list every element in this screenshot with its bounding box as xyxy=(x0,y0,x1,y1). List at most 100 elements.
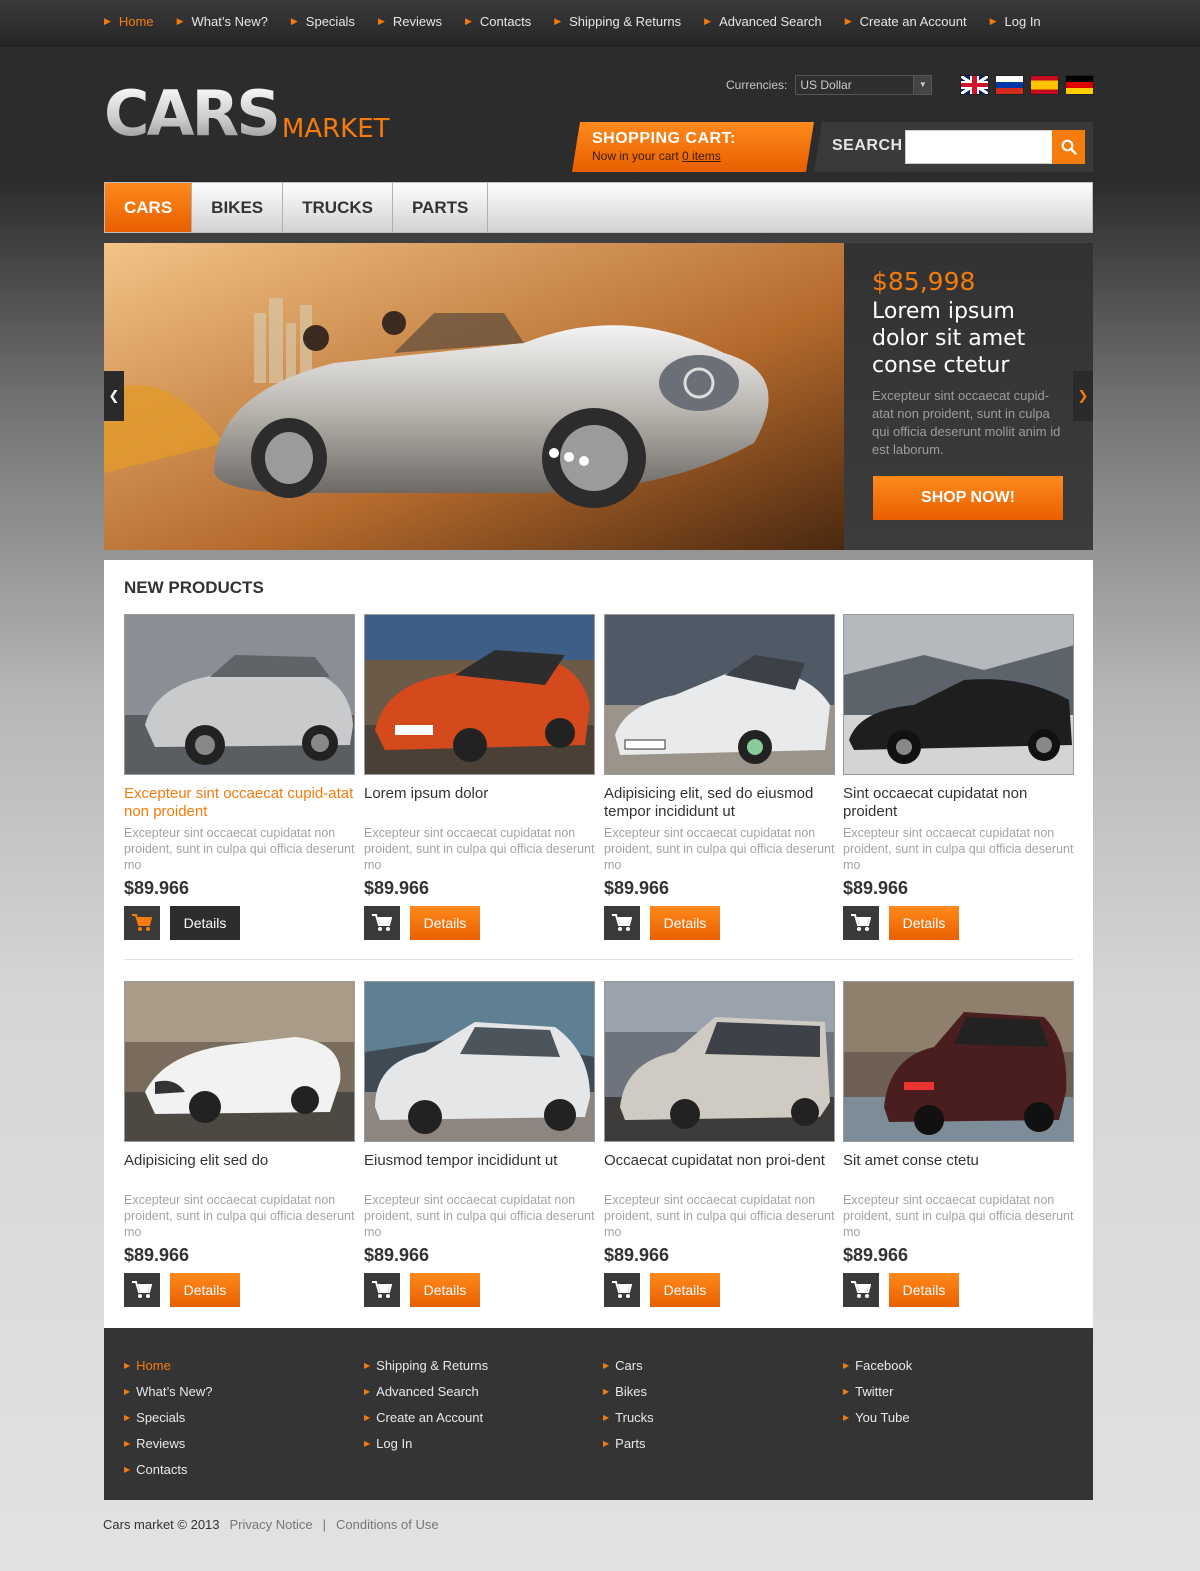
category-cars[interactable]: CARS xyxy=(105,183,193,232)
footer-link-youtube[interactable]: ▶ You Tube xyxy=(843,1404,912,1430)
top-nav-label: Contacts xyxy=(479,14,532,29)
footer-link-shipping[interactable]: ▶ Shipping & Returns xyxy=(364,1352,488,1378)
add-to-cart-button[interactable] xyxy=(364,906,400,940)
top-nav-specials[interactable]: ▶ Specials xyxy=(291,14,355,29)
top-nav-home[interactable]: ▶ Home xyxy=(104,14,154,29)
product-name[interactable]: Excepteur sint occaecat cupid-atat non p… xyxy=(124,785,355,821)
footer-link-create-account[interactable]: ▶ Create an Account xyxy=(364,1404,488,1430)
product-description: Excepteur sint occaecat cupidatat non pr… xyxy=(124,1193,355,1239)
details-button[interactable]: Details xyxy=(170,906,240,940)
currency-dropdown[interactable]: US Dollar ▼ xyxy=(795,75,933,95)
footer-link-label: Specials xyxy=(136,1409,186,1425)
details-button[interactable]: Details xyxy=(410,906,480,940)
product-name[interactable]: Sint occaecat cupidatat non proident xyxy=(843,785,1074,821)
product-image[interactable] xyxy=(364,614,595,775)
product-image[interactable] xyxy=(124,614,355,775)
hero-description: Excepteur sint occaecat cupid-atat non p… xyxy=(872,388,1061,457)
details-button[interactable]: Details xyxy=(650,1273,720,1307)
privacy-notice-link[interactable]: Privacy Notice xyxy=(230,1517,313,1532)
product-image[interactable] xyxy=(843,981,1074,1142)
separator: | xyxy=(322,1517,326,1532)
product-image[interactable] xyxy=(124,981,355,1142)
slider-next-button[interactable]: ❯ xyxy=(1073,371,1093,421)
footer-link-reviews[interactable]: ▶ Reviews xyxy=(124,1430,213,1456)
details-button[interactable]: Details xyxy=(410,1273,480,1307)
add-to-cart-button[interactable] xyxy=(604,1273,640,1307)
product-actions: Details xyxy=(364,906,595,940)
footer-link-whats-new[interactable]: ▶ What’s New? xyxy=(124,1378,213,1404)
product-name[interactable]: Adipisicing elit sed do xyxy=(124,1152,355,1188)
germany-flag-icon[interactable] xyxy=(1065,75,1094,95)
add-to-cart-button[interactable] xyxy=(843,906,879,940)
product-price: $89.966 xyxy=(124,1245,190,1265)
supercar-image xyxy=(125,982,354,1141)
details-button[interactable]: Details xyxy=(650,906,720,940)
footer-link-home[interactable]: ▶ Home xyxy=(124,1352,213,1378)
footer-column-categories: ▶ Cars ▶ Bikes ▶ Trucks ▶ Parts xyxy=(603,1352,654,1456)
caret-right-icon: ▶ xyxy=(176,16,184,26)
search-button[interactable] xyxy=(1052,130,1085,164)
caret-right-icon: ▶ xyxy=(364,1412,371,1422)
conditions-of-use-link[interactable]: Conditions of Use xyxy=(336,1517,439,1532)
currency-value: US Dollar xyxy=(800,78,852,92)
top-nav-contacts[interactable]: ▶ Contacts xyxy=(465,14,531,29)
footer-link-contacts[interactable]: ▶ Contacts xyxy=(124,1456,213,1482)
category-bikes[interactable]: BIKES xyxy=(192,183,284,232)
search-input[interactable] xyxy=(905,130,1053,164)
footer-link-twitter[interactable]: ▶ Twitter xyxy=(843,1378,912,1404)
footer-link-parts[interactable]: ▶ Parts xyxy=(603,1430,654,1456)
shopping-cart-box[interactable]: SHOPPING CART: Now in your cart 0 items xyxy=(572,122,814,172)
top-nav-login[interactable]: ▶ Log In xyxy=(990,14,1041,29)
footer-link-cars[interactable]: ▶ Cars xyxy=(603,1352,654,1378)
footer-link-specials[interactable]: ▶ Specials xyxy=(124,1404,213,1430)
product-name[interactable]: Adipisicing elit, sed do eiusmod tempor … xyxy=(604,785,835,821)
add-to-cart-button[interactable] xyxy=(843,1273,879,1307)
add-to-cart-button[interactable] xyxy=(364,1273,400,1307)
footer-link-login[interactable]: ▶ Log In xyxy=(364,1430,488,1456)
caret-right-icon: ▶ xyxy=(603,1438,610,1448)
product-image[interactable] xyxy=(604,614,835,775)
product-price: $89.966 xyxy=(843,878,909,898)
footer-link-bikes[interactable]: ▶ Bikes xyxy=(603,1378,654,1404)
footer-link-advanced-search[interactable]: ▶ Advanced Search xyxy=(364,1378,488,1404)
caret-right-icon: ▶ xyxy=(554,16,562,26)
shop-now-button[interactable]: SHOP NOW! xyxy=(873,476,1063,520)
caret-right-icon: ▶ xyxy=(364,1386,371,1396)
top-nav-advanced-search[interactable]: ▶ Advanced Search xyxy=(704,14,822,29)
details-button[interactable]: Details xyxy=(889,906,959,940)
product-name[interactable]: Occaecat cupidatat non proi-dent xyxy=(604,1152,835,1188)
add-to-cart-button[interactable] xyxy=(124,1273,160,1307)
footer-link-label: Cars xyxy=(615,1357,643,1373)
product-image[interactable] xyxy=(364,981,595,1142)
details-button[interactable]: Details xyxy=(170,1273,240,1307)
product-image[interactable] xyxy=(604,981,835,1142)
uk-flag-icon[interactable] xyxy=(960,75,989,95)
footer-link-trucks[interactable]: ▶ Trucks xyxy=(603,1404,654,1430)
slider-prev-button[interactable]: ❮ xyxy=(104,371,124,421)
cart-icon xyxy=(132,1281,152,1298)
product-name[interactable]: Lorem ipsum dolor xyxy=(364,785,595,821)
product-image[interactable] xyxy=(843,614,1074,775)
category-trucks[interactable]: TRUCKS xyxy=(283,183,393,232)
details-button[interactable]: Details xyxy=(889,1273,959,1307)
product-name[interactable]: Eiusmod tempor incididunt ut xyxy=(364,1152,595,1188)
product-name[interactable]: Sit amet conse ctetu xyxy=(843,1152,1074,1188)
product-actions: Details xyxy=(604,906,835,940)
add-to-cart-button[interactable] xyxy=(124,906,160,940)
footer-link-label: Create an Account xyxy=(376,1409,484,1425)
spain-flag-icon[interactable] xyxy=(1030,75,1059,95)
category-parts[interactable]: PARTS xyxy=(393,183,489,232)
top-nav-shipping[interactable]: ▶ Shipping & Returns xyxy=(554,14,681,29)
footer-link-facebook[interactable]: ▶ Facebook xyxy=(843,1352,912,1378)
footer-link-label: Trucks xyxy=(615,1409,654,1425)
product-actions: Details xyxy=(843,906,1074,940)
top-nav-reviews[interactable]: ▶ Reviews xyxy=(378,14,442,29)
top-nav-create-account[interactable]: ▶ Create an Account xyxy=(845,14,967,29)
minivan-image xyxy=(605,982,834,1141)
russia-flag-icon[interactable] xyxy=(995,75,1024,95)
cart-items-link[interactable]: 0 items xyxy=(682,149,721,163)
add-to-cart-button[interactable] xyxy=(604,906,640,940)
site-logo[interactable]: CARS MARKET xyxy=(104,82,390,146)
top-nav-whats-new[interactable]: ▶ What’s New? xyxy=(177,14,268,29)
top-nav-label: Specials xyxy=(305,14,355,29)
